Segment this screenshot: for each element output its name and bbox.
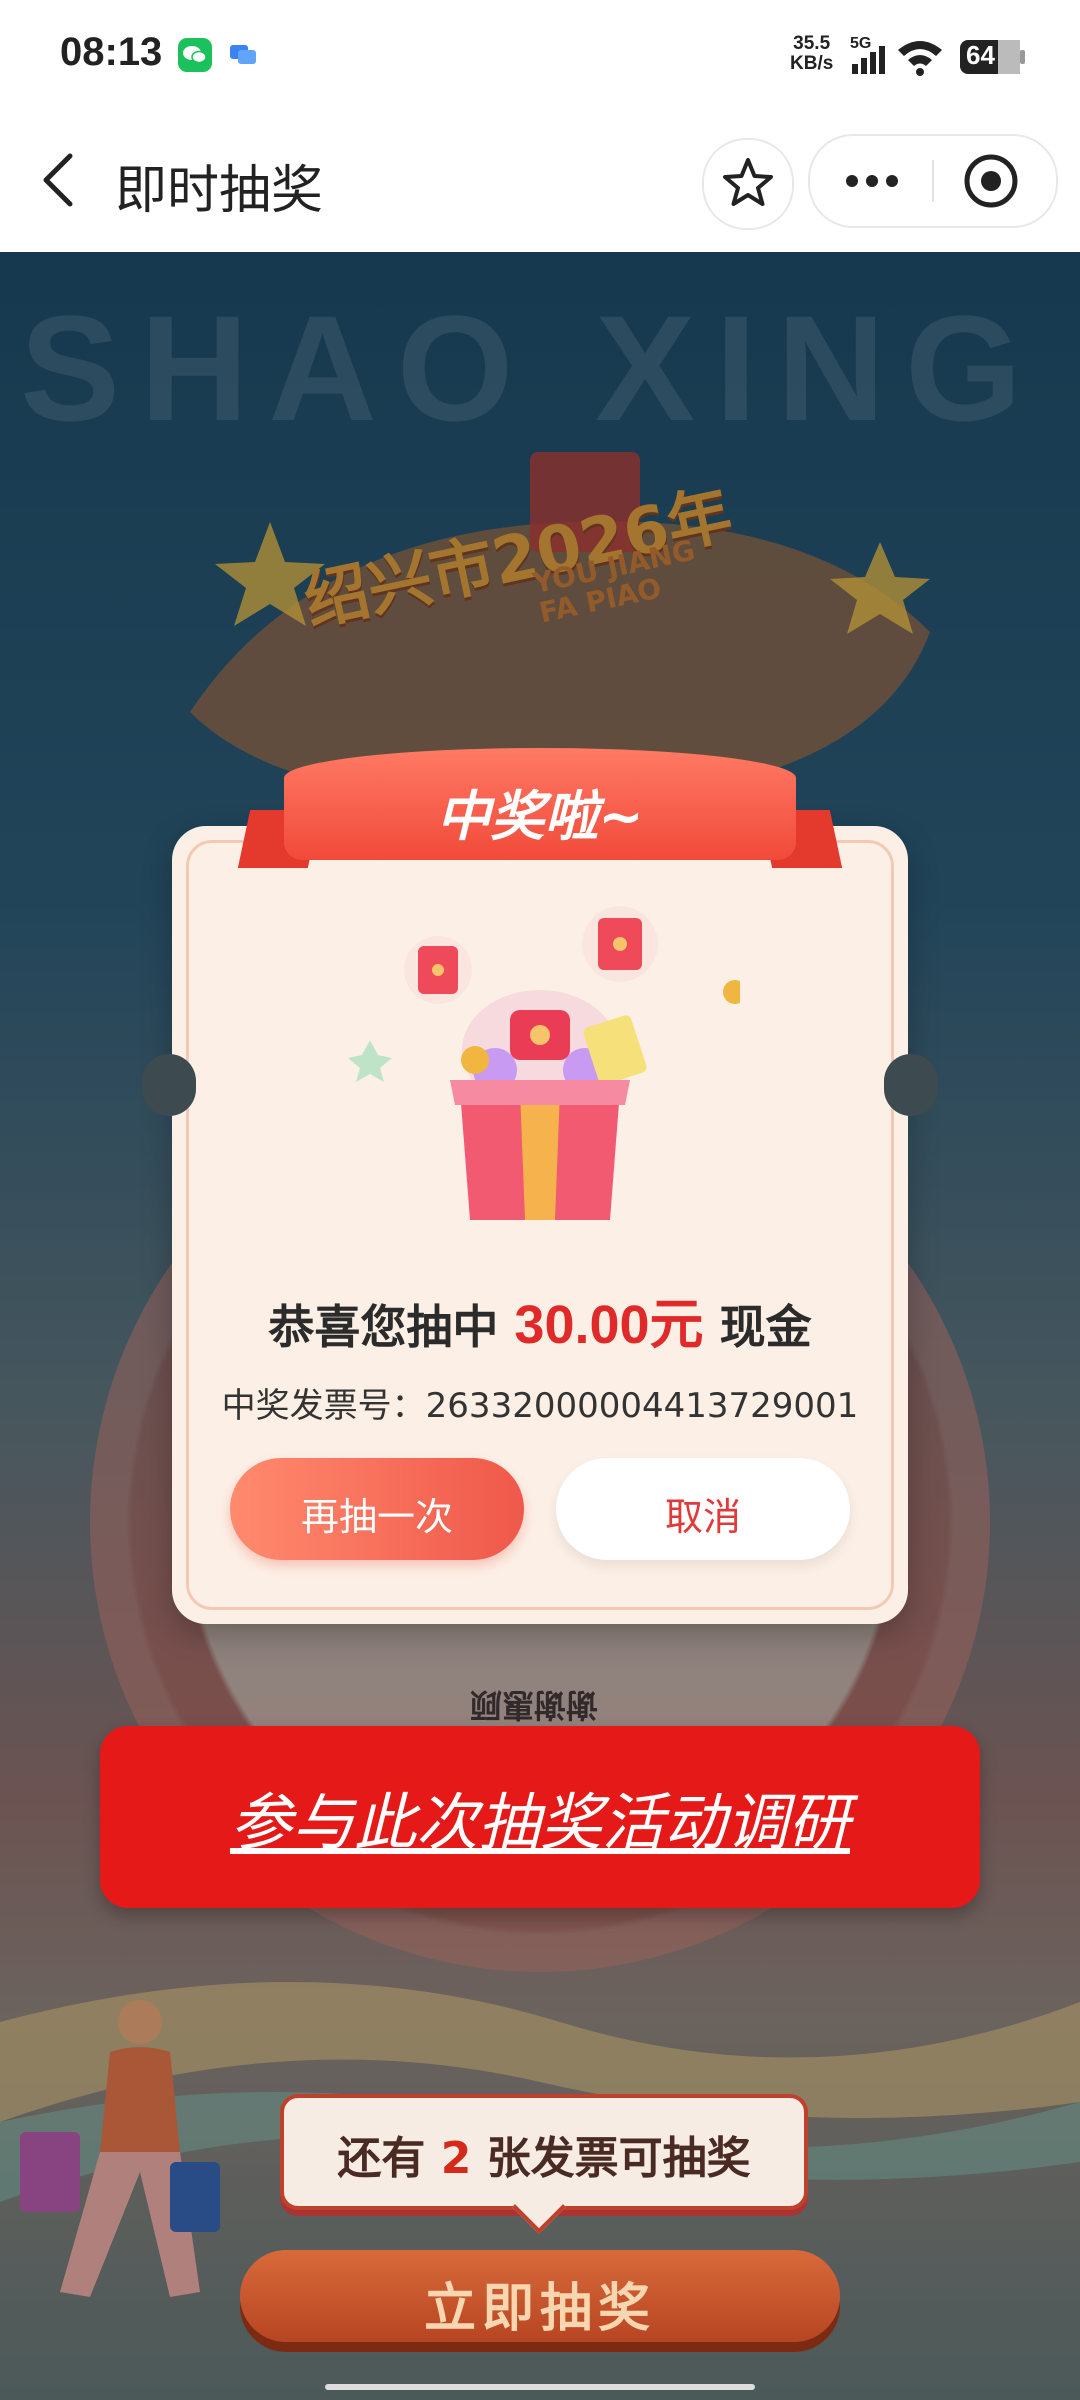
close-target-icon[interactable] <box>960 150 1022 212</box>
ticket-notch-right <box>884 1054 938 1116</box>
battery-level: 64 <box>966 40 995 70</box>
survey-link[interactable]: 参与此次抽奖活动调研 <box>100 1772 980 1862</box>
red-envelope-icon <box>582 906 658 982</box>
draw-again-button[interactable]: 再抽一次 <box>230 1458 524 1560</box>
gift-box-illustration <box>348 906 740 1220</box>
draw-again-label: 再抽一次 <box>300 1495 453 1539</box>
invoice-number-label: 中奖发票号： <box>221 1386 426 1426</box>
sparkle-icon <box>348 1040 392 1082</box>
remaining-prefix: 还有 <box>337 2133 426 2184</box>
gold-coin-icon <box>723 980 740 1004</box>
invoice-number-row: 中奖发票号：26332000004413729001 <box>172 1378 908 1427</box>
gift-box-icon <box>450 990 647 1220</box>
dialog-ribbon: 中奖啦~ <box>237 748 843 870</box>
prize-message-prefix: 恭喜您抽中 <box>268 1300 499 1354</box>
app-bar: 即时抽奖 <box>0 110 1080 252</box>
remaining-count: 2 <box>440 2133 472 2184</box>
wechat-icon <box>178 38 212 72</box>
remaining-draws-text: 还有 2 张发票可抽奖 <box>284 2122 804 2186</box>
svg-text:5G: 5G <box>850 35 871 52</box>
red-envelope-icon <box>404 936 472 1004</box>
cancel-button[interactable]: 取消 <box>556 1458 850 1560</box>
network-speed: 35.5 KB/s <box>790 34 833 74</box>
message-app-icon <box>226 38 260 72</box>
prize-amount: 30.00元 <box>514 1295 704 1355</box>
dialog-title: 中奖啦~ <box>436 785 644 848</box>
star-icon <box>723 158 773 206</box>
status-bar: 08:13 35.5 KB/s 5G 64 <box>0 0 1080 110</box>
draw-now-label: 立即抽奖 <box>423 2279 656 2339</box>
mini-program-capsule <box>808 134 1058 228</box>
signal-wifi-battery-icon: 5G <box>850 35 1025 76</box>
back-arrow-icon[interactable] <box>30 150 90 210</box>
page-title: 即时抽奖 <box>115 161 324 221</box>
network-speed-unit: KB/s <box>790 53 834 74</box>
ticket-notch-left <box>142 1054 196 1116</box>
home-indicator <box>325 2384 755 2390</box>
remaining-suffix: 张发票可抽奖 <box>486 2133 751 2184</box>
capsule-divider <box>932 160 934 202</box>
prize-message-suffix: 现金 <box>719 1300 812 1354</box>
favorite-button[interactable] <box>702 138 794 230</box>
more-icon[interactable] <box>832 156 912 206</box>
status-time: 08:13 <box>60 30 163 74</box>
cancel-label: 取消 <box>664 1495 741 1539</box>
network-speed-value: 35.5 <box>793 33 831 54</box>
survey-banner[interactable]: 参与此次抽奖活动调研 <box>100 1726 980 1908</box>
prize-message: 恭喜您抽中 30.00元 现金 <box>172 1280 908 1359</box>
invoice-number-value: 26332000004413729001 <box>425 1386 859 1426</box>
draw-now-button[interactable]: 立即抽奖 <box>240 2250 840 2342</box>
